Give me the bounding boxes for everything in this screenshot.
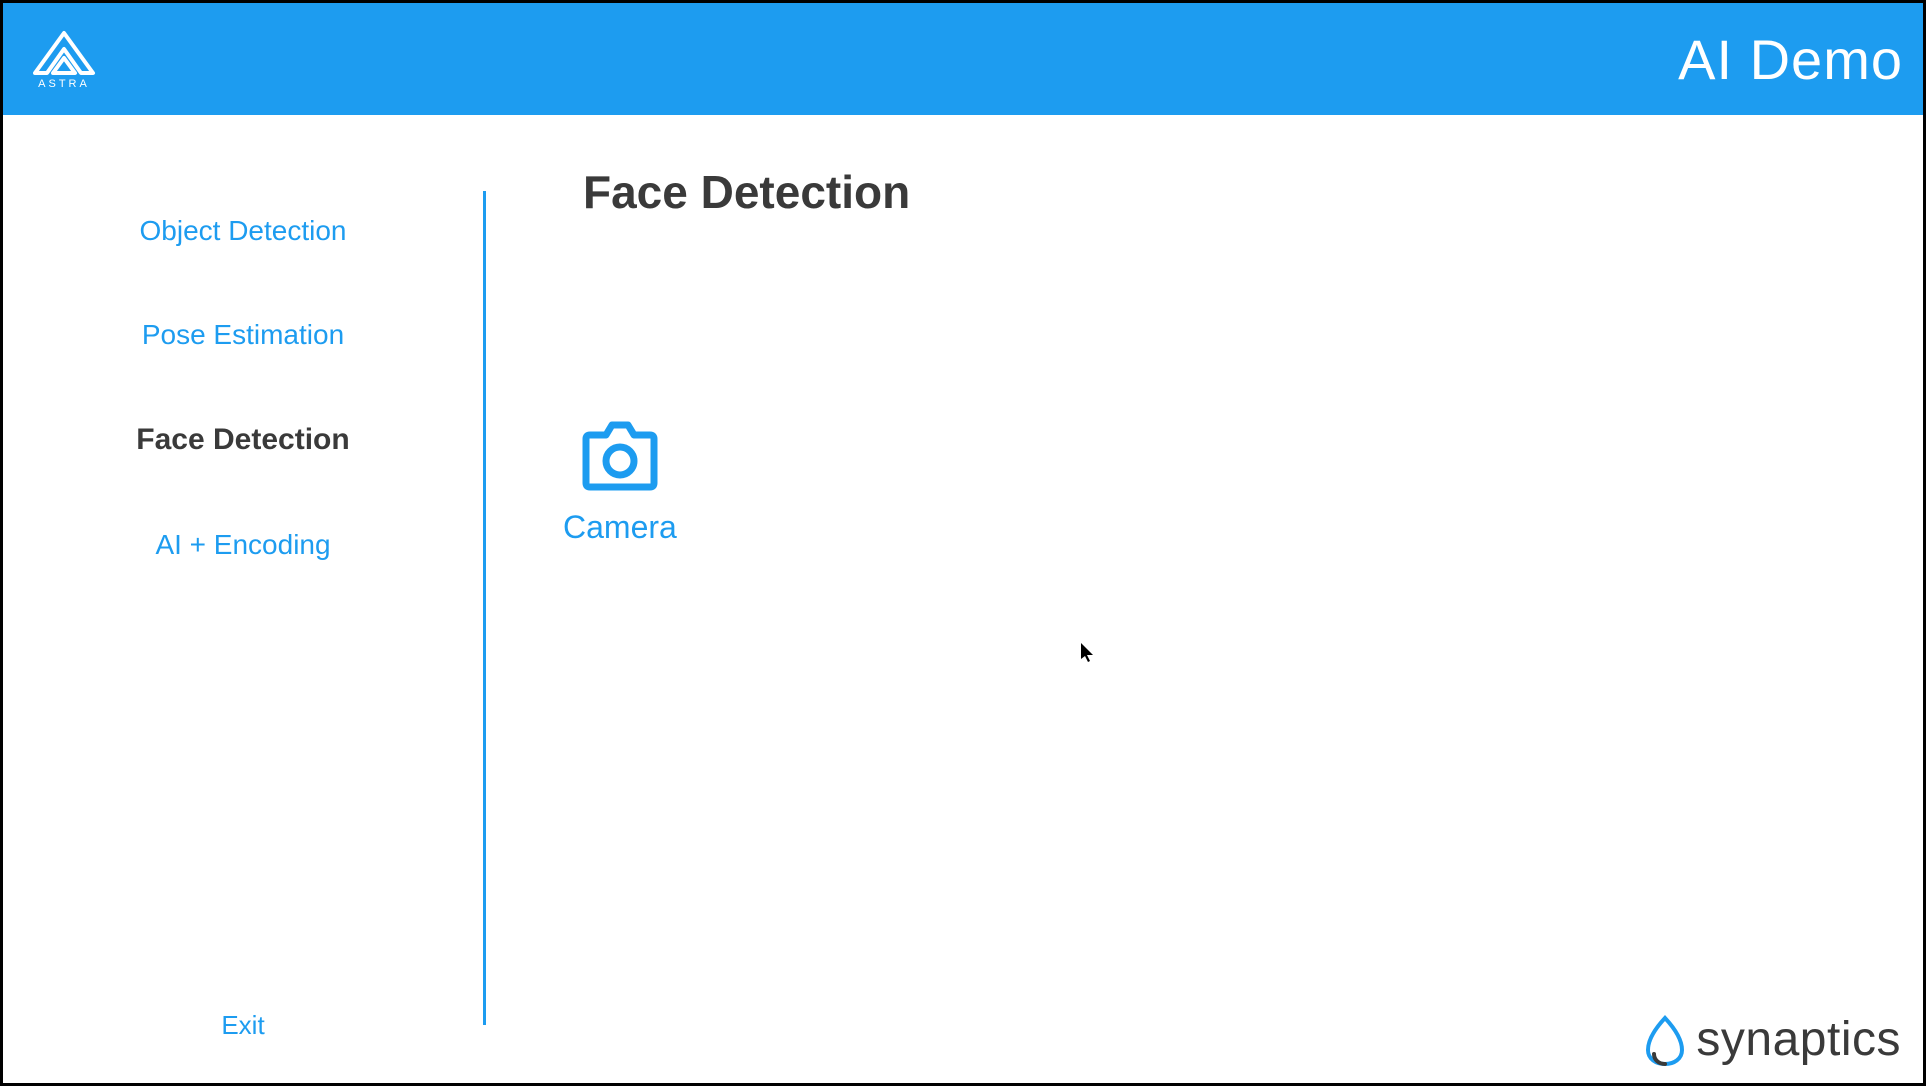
sidebar: Object Detection Pose Estimation Face De…	[3, 115, 483, 1083]
app-window: ASTRA AI Demo Object Detection Pose Esti…	[3, 3, 1923, 1083]
body: Object Detection Pose Estimation Face De…	[3, 115, 1923, 1083]
sidebar-item-ai-encoding[interactable]: AI + Encoding	[155, 529, 330, 561]
camera-label: Camera	[563, 509, 677, 546]
header-title: AI Demo	[1678, 27, 1903, 92]
exit-label: Exit	[221, 1010, 264, 1040]
sidebar-item-face-detection[interactable]: Face Detection	[136, 423, 349, 457]
sidebar-item-label: Pose Estimation	[142, 319, 344, 350]
synaptics-droplet-icon	[1644, 1014, 1686, 1066]
sidebar-item-pose-estimation[interactable]: Pose Estimation	[142, 319, 344, 351]
astra-logo-text: ASTRA	[38, 78, 90, 89]
camera-button[interactable]: Camera	[563, 419, 677, 546]
sidebar-item-label: AI + Encoding	[155, 529, 330, 560]
header-bar: ASTRA AI Demo	[3, 3, 1923, 115]
sidebar-items: Object Detection Pose Estimation Face De…	[3, 215, 483, 561]
synaptics-text: synaptics	[1696, 1012, 1901, 1067]
main-content: Face Detection Camera	[483, 115, 1923, 1083]
exit-button[interactable]: Exit	[3, 1010, 483, 1041]
astra-logo-icon: ASTRA	[27, 29, 101, 89]
sidebar-item-label: Face Detection	[136, 423, 349, 456]
sidebar-item-label: Object Detection	[140, 215, 347, 246]
astra-logo: ASTRA	[27, 29, 101, 89]
synaptics-logo: synaptics	[1644, 1012, 1901, 1067]
sidebar-item-object-detection[interactable]: Object Detection	[140, 215, 347, 247]
camera-icon	[578, 419, 662, 491]
page-title: Face Detection	[583, 165, 1923, 219]
